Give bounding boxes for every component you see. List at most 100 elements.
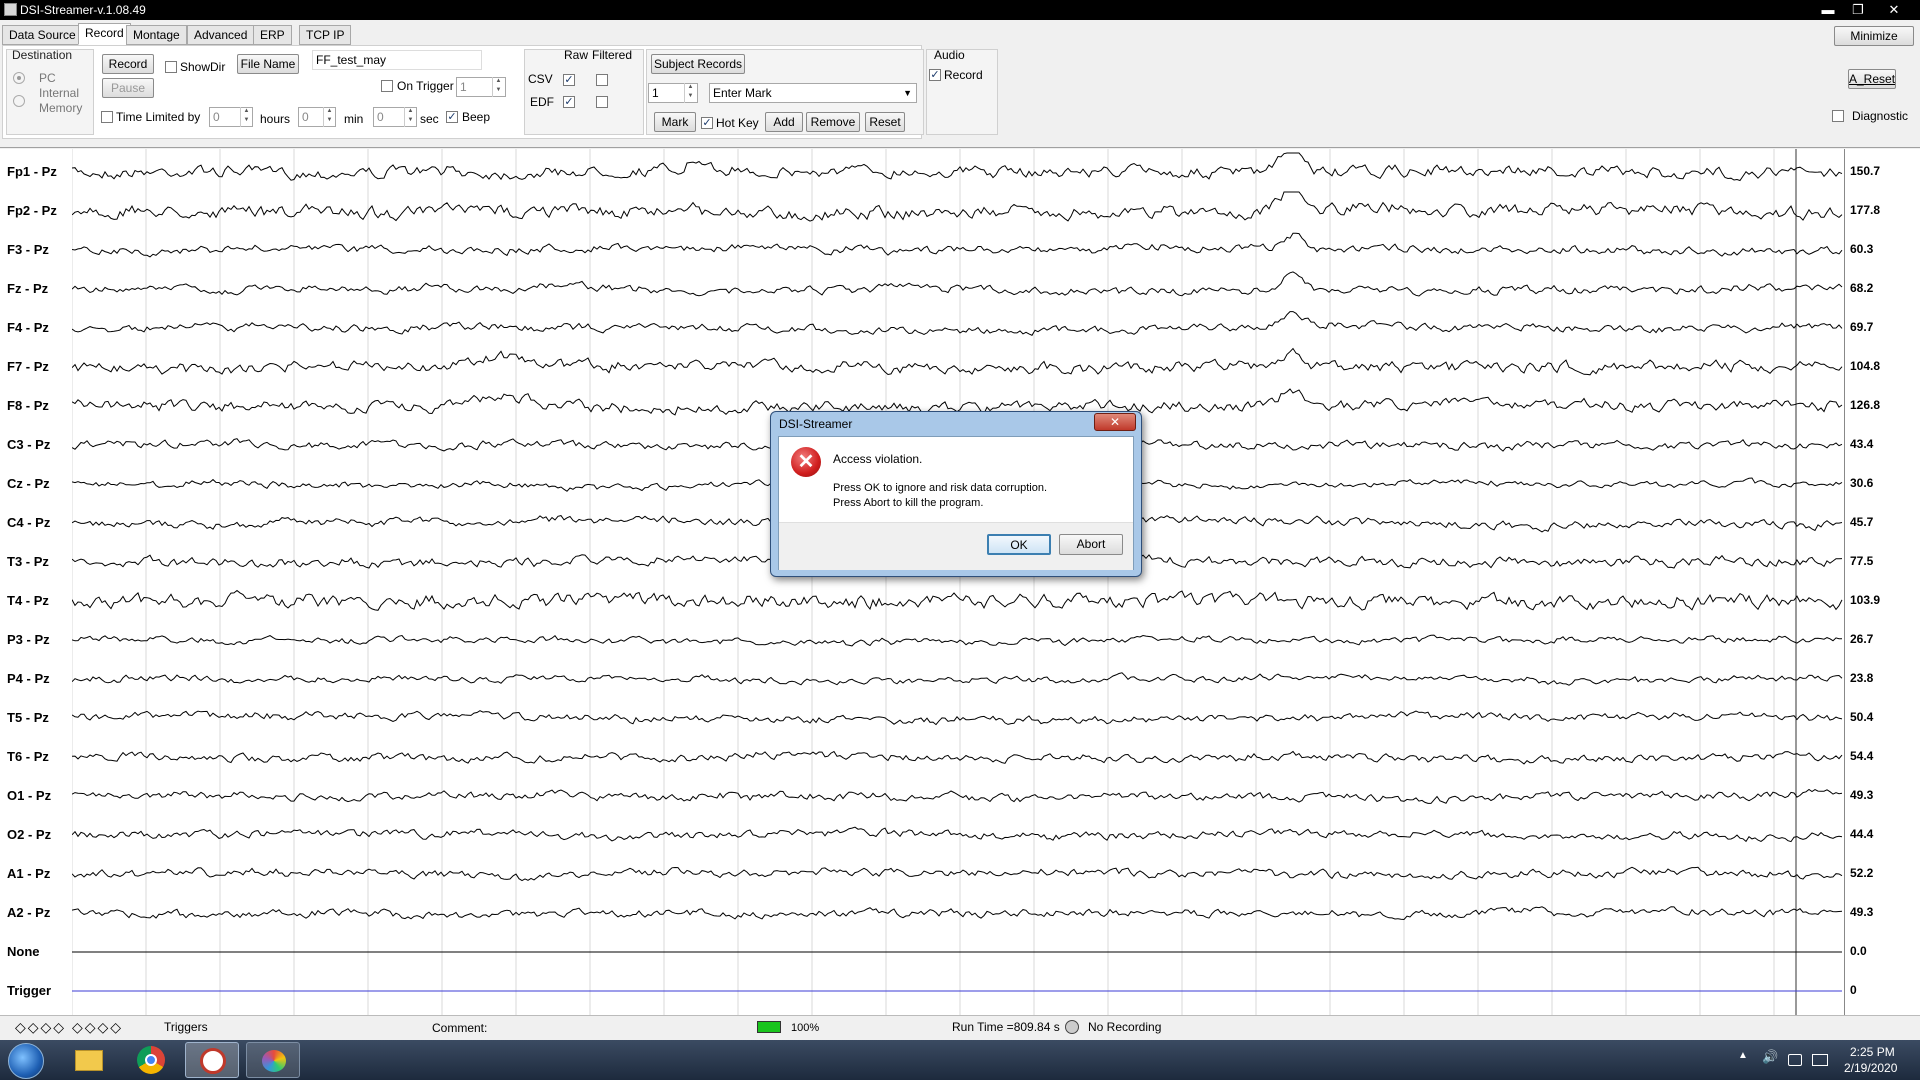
action-center-flag-icon[interactable] — [1788, 1054, 1802, 1066]
hot-key-label: Hot Key — [716, 116, 759, 130]
dsi-streamer-window: DSI-Streamer-v.1.08.49 ▬ ❐ ✕ Data Source… — [0, 0, 1920, 1080]
mark-select[interactable]: Enter Mark ▼ — [709, 83, 917, 103]
channel-scale-value: 49.3 — [1850, 905, 1874, 919]
pc-label: PC — [39, 71, 56, 85]
diagnostic-label: Diagnostic — [1852, 109, 1909, 123]
csv-raw-checkbox[interactable] — [563, 74, 575, 86]
channel-label: T5 - Pz — [7, 710, 49, 725]
dialog-body: ✕ Access violation. Press OK to ignore a… — [778, 436, 1134, 570]
channel-scale-value: 60.3 — [1850, 242, 1874, 256]
dialog-close-button[interactable]: ✕ — [1094, 413, 1136, 431]
channel-values: 150.7 177.8 60.3 68.2 69.7 104.8 126.8 43.4 30.6… — [1844, 149, 1920, 1015]
audio-record-checkbox[interactable] — [929, 69, 941, 81]
dsi-streamer-taskbar-icon[interactable] — [185, 1042, 239, 1078]
pause-button[interactable]: Pause — [102, 78, 154, 98]
channel-scale-value: 43.4 — [1850, 437, 1874, 451]
tab-advanced[interactable]: Advanced — [187, 25, 255, 45]
window-maximize-button[interactable]: ❐ — [1846, 1, 1870, 19]
time-limited-checkbox[interactable] — [101, 111, 113, 123]
destination-label: Destination — [12, 48, 73, 62]
abort-button[interactable]: Abort — [1059, 534, 1123, 555]
sec-label: sec — [420, 112, 439, 126]
channel-label: F4 - Pz — [7, 320, 49, 335]
battery-percent: 100% — [791, 1022, 820, 1034]
volume-icon[interactable]: 🔊 — [1762, 1049, 1778, 1065]
window-minimize-button[interactable]: ▬ — [1816, 1, 1840, 19]
channel-label: F8 - Pz — [7, 398, 49, 413]
channel-label: O1 - Pz — [7, 788, 52, 803]
hot-key-checkbox[interactable] — [701, 117, 713, 129]
internal-memory-radio[interactable] — [13, 95, 25, 107]
eeg-trace — [72, 866, 1843, 882]
raw-label: Raw — [564, 48, 589, 62]
edf-raw-checkbox[interactable] — [563, 96, 575, 108]
diagnostic-checkbox[interactable] — [1832, 110, 1844, 122]
file-explorer-icon[interactable] — [62, 1042, 116, 1078]
subject-records-button[interactable]: Subject Records — [651, 54, 745, 74]
tab-montage[interactable]: Montage — [126, 25, 187, 45]
remove-button[interactable]: Remove — [806, 112, 860, 132]
dialog-title: DSI-Streamer — [779, 417, 853, 431]
channel-scale-value: 68.2 — [1850, 281, 1874, 295]
ok-button[interactable]: OK — [987, 534, 1051, 555]
mark-select-value: Enter Mark — [713, 86, 772, 100]
eeg-trace — [72, 232, 1843, 258]
minimize-button[interactable]: Minimize — [1834, 26, 1914, 46]
eeg-trace — [72, 271, 1843, 297]
window-close-button[interactable]: ✕ — [1880, 1, 1908, 19]
channel-label: P3 - Pz — [7, 632, 50, 647]
beep-checkbox[interactable] — [446, 111, 458, 123]
file-name-button[interactable]: File Name — [237, 54, 299, 74]
window-title: DSI-Streamer-v.1.08.49 — [20, 3, 146, 17]
navigation-arrows[interactable]: ◇◇◇◇ ◇◇◇◇ — [15, 1019, 123, 1036]
showdir-checkbox[interactable] — [165, 61, 177, 73]
tab-erp[interactable]: ERP — [253, 25, 292, 45]
internal-label: Internal — [39, 86, 80, 100]
channel-scale-value: 69.7 — [1850, 320, 1874, 334]
channel-label: C4 - Pz — [7, 515, 51, 530]
csv-filtered-checkbox[interactable] — [596, 74, 608, 86]
edf-filtered-checkbox[interactable] — [596, 96, 608, 108]
paint-icon[interactable] — [246, 1042, 300, 1078]
tray-show-hidden-icon[interactable]: ▲ — [1738, 1050, 1748, 1061]
mark-number-spinner[interactable]: ▲ ▼ — [684, 83, 696, 103]
file-name-input[interactable]: FF_test_may — [312, 50, 482, 70]
eeg-trace — [72, 672, 1843, 686]
mark-button[interactable]: Mark — [654, 112, 696, 132]
min-spinner[interactable]: ▲ ▼ — [323, 107, 335, 127]
a-reset-button[interactable]: A_Reset — [1848, 69, 1896, 89]
edf-label: EDF — [530, 95, 554, 109]
channel-label: P4 - Pz — [7, 671, 50, 686]
reset-button[interactable]: Reset — [865, 112, 905, 132]
channel-scale-value: 45.7 — [1850, 515, 1874, 529]
channel-scale-value: 52.2 — [1850, 866, 1874, 880]
tab-data-source[interactable]: Data Source — [2, 25, 83, 45]
on-trigger-spinner[interactable]: ▲ ▼ — [492, 77, 504, 97]
sec-spinner[interactable]: ▲ ▼ — [404, 107, 416, 127]
on-trigger-checkbox[interactable] — [381, 80, 393, 92]
chrome-icon[interactable] — [124, 1042, 178, 1078]
channel-label: A2 - Pz — [7, 905, 51, 920]
channel-label: Fz - Pz — [7, 281, 49, 296]
channel-label: Fp1 - Pz — [7, 164, 57, 179]
clock-date[interactable]: 2/19/2020 — [1844, 1061, 1897, 1075]
start-button[interactable] — [8, 1043, 44, 1079]
time-limited-label: Time Limited by — [116, 110, 201, 124]
network-icon[interactable] — [1812, 1054, 1828, 1066]
pc-radio[interactable] — [13, 72, 25, 84]
recording-status: No Recording — [1088, 1020, 1162, 1034]
run-time: Run Time =809.84 s — [952, 1020, 1060, 1034]
add-button[interactable]: Add — [765, 112, 803, 132]
tab-record[interactable]: Record — [78, 23, 131, 45]
recording-indicator-icon — [1065, 1020, 1079, 1034]
memory-label: Memory — [39, 101, 83, 115]
eeg-trace-area: Fp1 - Pz Fp2 - Pz F3 - Pz Fz - Pz F4 - Pz F7 … — [0, 149, 1920, 1015]
hours-spinner[interactable]: ▲ ▼ — [240, 107, 252, 127]
comment-label: Comment: — [432, 1021, 488, 1035]
channel-labels: Fp1 - Pz Fp2 - Pz F3 - Pz Fz - Pz F4 - Pz F7 … — [0, 149, 72, 1015]
clock-time[interactable]: 2:25 PM — [1850, 1045, 1895, 1059]
record-button[interactable]: Record — [102, 54, 154, 74]
channel-label: F3 - Pz — [7, 242, 49, 257]
channel-label: T6 - Pz — [7, 749, 49, 764]
tab-tcp-ip[interactable]: TCP IP — [299, 25, 352, 45]
